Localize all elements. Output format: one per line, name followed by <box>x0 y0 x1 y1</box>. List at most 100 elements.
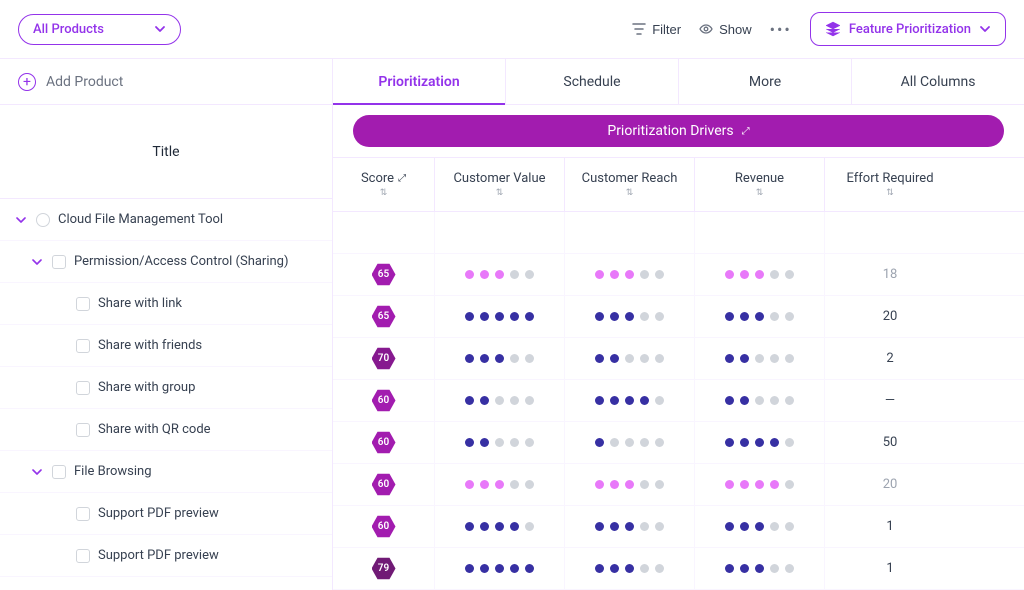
rating-dots[interactable] <box>725 522 794 531</box>
checkbox[interactable] <box>76 381 90 395</box>
show-button[interactable]: Show <box>699 22 752 37</box>
checkbox[interactable] <box>52 465 66 479</box>
view-select[interactable]: Feature Prioritization <box>810 12 1006 46</box>
tab-all-columns[interactable]: All Columns <box>852 59 1024 104</box>
item-row[interactable]: Support PDF preview <box>0 535 332 577</box>
tab-schedule[interactable]: Schedule <box>506 59 679 104</box>
rating-dots[interactable] <box>465 396 534 405</box>
col-label: Effort Required <box>846 171 933 186</box>
score-badge[interactable]: 65 <box>372 305 396 329</box>
feature-row[interactable]: Permission/Access Control (Sharing) <box>0 241 332 283</box>
rating-dots[interactable] <box>465 480 534 489</box>
dot <box>770 564 779 573</box>
top-bar: All Products Filter Show ••• Feature Pri… <box>0 0 1024 58</box>
checkbox[interactable] <box>76 507 90 521</box>
cell-eff[interactable]: 20 <box>825 296 955 337</box>
rating-dots[interactable] <box>465 438 534 447</box>
dot <box>495 312 504 321</box>
rating-dots[interactable] <box>725 438 794 447</box>
dot <box>740 480 749 489</box>
dot <box>495 270 504 279</box>
rating-dots[interactable] <box>465 564 534 573</box>
chevron-down-icon[interactable] <box>30 467 44 477</box>
sort-icon: ⇅ <box>756 188 764 198</box>
row-title: Cloud File Management Tool <box>58 212 223 227</box>
score-badge[interactable]: 60 <box>372 431 396 455</box>
cell-eff[interactable]: 2 <box>825 338 955 379</box>
filter-button[interactable]: Filter <box>632 22 681 37</box>
rating-dots[interactable] <box>465 522 534 531</box>
cell-eff[interactable]: 1 <box>825 506 955 547</box>
rating-dots[interactable] <box>595 270 664 279</box>
rating-dots[interactable] <box>595 564 664 573</box>
checkbox[interactable] <box>52 255 66 269</box>
item-row[interactable]: Support PDF preview <box>0 493 332 535</box>
tab-more[interactable]: More <box>679 59 852 104</box>
product-row[interactable]: Cloud File Management Tool <box>0 199 332 241</box>
rating-dots[interactable] <box>725 480 794 489</box>
rating-dots[interactable] <box>465 354 534 363</box>
dot <box>610 312 619 321</box>
col-header-revenue[interactable]: Revenue ⇅ <box>695 158 825 211</box>
item-row[interactable]: Share with friends <box>0 325 332 367</box>
radio[interactable] <box>36 213 50 227</box>
dot <box>785 396 794 405</box>
chevron-down-icon[interactable] <box>14 215 28 225</box>
rating-dots[interactable] <box>465 312 534 321</box>
checkbox[interactable] <box>76 339 90 353</box>
col-header-customer-value[interactable]: Customer Value ⇅ <box>435 158 565 211</box>
dot <box>610 396 619 405</box>
add-product-button[interactable]: + Add Product <box>0 59 332 105</box>
rating-dots[interactable] <box>595 396 664 405</box>
item-row[interactable]: Share with link <box>0 283 332 325</box>
score-badge[interactable]: 70 <box>372 347 396 371</box>
chevron-down-icon[interactable] <box>30 257 44 267</box>
item-row[interactable]: Share with QR code <box>0 409 332 451</box>
rating-dots[interactable] <box>725 354 794 363</box>
rating-dots[interactable] <box>595 522 664 531</box>
score-badge[interactable]: 60 <box>372 389 396 413</box>
rating-dots[interactable] <box>725 312 794 321</box>
cell-eff[interactable]: 1 <box>825 548 955 589</box>
more-menu[interactable]: ••• <box>770 20 792 39</box>
column-headers: Score ⤢ ⇅ Customer Value ⇅ Customer Reac… <box>333 158 1024 212</box>
col-header-customer-reach[interactable]: Customer Reach ⇅ <box>565 158 695 211</box>
dot <box>725 270 734 279</box>
dot <box>480 354 489 363</box>
rating-dots[interactable] <box>595 354 664 363</box>
rating-dots[interactable] <box>725 564 794 573</box>
col-header-effort[interactable]: Effort Required ⇅ <box>825 158 955 211</box>
tab-prioritization[interactable]: Prioritization <box>333 59 506 104</box>
score-badge[interactable]: 79 <box>372 557 396 581</box>
chevron-down-icon <box>979 23 991 35</box>
rating-dots[interactable] <box>725 270 794 279</box>
cell-rev <box>695 506 825 547</box>
rating-dots[interactable] <box>595 312 664 321</box>
checkbox[interactable] <box>76 423 90 437</box>
cell-score: 65 <box>333 296 435 337</box>
right-column: Prioritization Schedule More All Columns… <box>333 59 1024 590</box>
cell-eff[interactable]: 18 <box>825 254 955 295</box>
score-badge[interactable]: 65 <box>372 263 396 287</box>
col-header-score[interactable]: Score ⤢ ⇅ <box>333 158 435 211</box>
score-badge[interactable]: 60 <box>372 515 396 539</box>
cell-eff[interactable]: 50 <box>825 422 955 463</box>
rating-dots[interactable] <box>465 270 534 279</box>
cell-eff[interactable]: — <box>825 380 955 421</box>
dot <box>480 396 489 405</box>
dot <box>495 522 504 531</box>
cell-rev <box>695 422 825 463</box>
rating-dots[interactable] <box>725 396 794 405</box>
item-row[interactable]: Share with group <box>0 367 332 409</box>
data-row: 79 1 <box>333 548 1024 590</box>
checkbox[interactable] <box>76 549 90 563</box>
checkbox[interactable] <box>76 297 90 311</box>
dot <box>770 396 779 405</box>
rating-dots[interactable] <box>595 480 664 489</box>
feature-row[interactable]: File Browsing <box>0 451 332 493</box>
cell-eff[interactable]: 20 <box>825 464 955 505</box>
score-badge[interactable]: 60 <box>372 473 396 497</box>
drivers-header[interactable]: Prioritization Drivers ⤢ <box>353 115 1004 147</box>
rating-dots[interactable] <box>595 438 664 447</box>
product-select[interactable]: All Products <box>18 14 181 45</box>
